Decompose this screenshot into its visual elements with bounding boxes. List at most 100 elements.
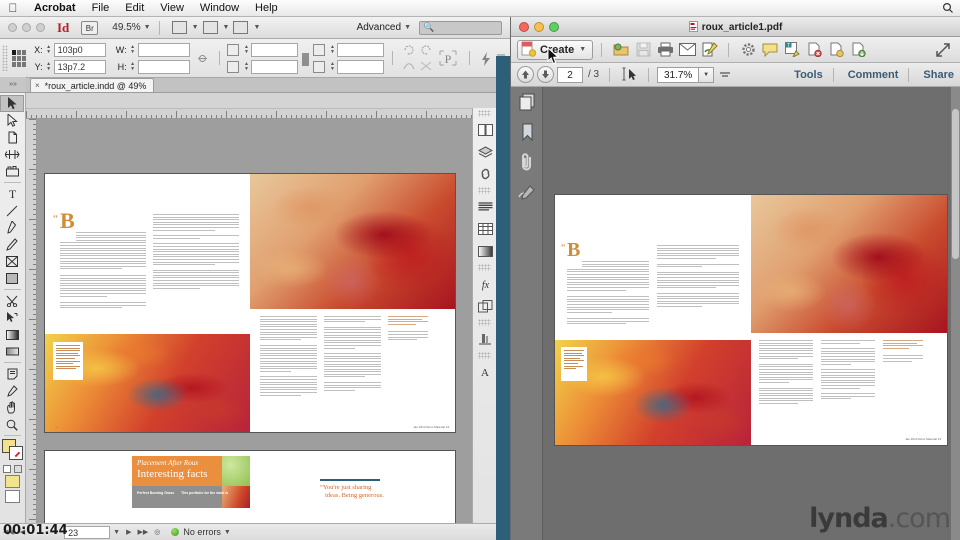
email-icon[interactable] (677, 40, 697, 60)
shear-stepper[interactable]: ▲ ▼ (328, 60, 336, 74)
save-icon[interactable] (633, 40, 653, 60)
w-stepper[interactable]: ▲ ▼ (129, 43, 137, 57)
dock-grip[interactable] (478, 187, 491, 194)
next-page-icon[interactable]: ▶ (126, 528, 131, 536)
text-column-right-3[interactable] (388, 316, 428, 424)
scale-y-input[interactable] (251, 59, 299, 74)
screen-mode-icon[interactable] (171, 21, 187, 34)
apple-logo[interactable]:  (0, 1, 26, 15)
scissors-tool[interactable] (0, 292, 24, 309)
panel-expand-icon[interactable]: »» (0, 77, 26, 92)
formatting-affects-text-icon[interactable] (14, 465, 22, 473)
page-thumbnails-icon[interactable] (511, 87, 543, 117)
view-options-control[interactable]: ▼ (202, 21, 230, 34)
chevron-down-icon[interactable]: ▼ (404, 24, 411, 31)
chevron-down-icon[interactable]: ▼ (192, 24, 199, 31)
acrobat-title-bar[interactable]: roux_article1.pdf (511, 17, 960, 37)
signatures-icon[interactable] (511, 177, 543, 207)
close-icon[interactable]: × (35, 81, 40, 90)
share-button[interactable]: Share (923, 69, 954, 81)
constrain-proportions-icon[interactable] (196, 52, 209, 65)
constrain-scale-icon[interactable] (300, 52, 311, 66)
line-tool[interactable] (0, 202, 24, 219)
fullscreen-icon[interactable] (933, 40, 953, 60)
sign-icon[interactable] (699, 40, 719, 60)
chevron-down-icon[interactable]: ▼ (224, 529, 231, 536)
vertical-ruler[interactable] (26, 119, 37, 533)
eyedropper-tool[interactable] (0, 382, 24, 399)
document-spread[interactable]: “ B — Jan 2012 Roux Material 13 (45, 174, 455, 432)
chevron-down-icon[interactable]: ▼ (253, 24, 260, 31)
bridge-button[interactable]: Br (81, 20, 99, 35)
workspace-switcher[interactable]: Advanced (357, 22, 401, 33)
search-icon[interactable] (942, 2, 954, 14)
y-stepper[interactable]: ▲ ▼ (45, 60, 53, 74)
preflight-icon[interactable]: ◎ (154, 528, 160, 536)
paragraph-styles-panel-icon[interactable] (473, 196, 497, 218)
scale-x-input[interactable] (251, 42, 299, 57)
document-tab[interactable]: × *roux_article.indd @ 49% (30, 78, 155, 92)
dock-grip[interactable] (478, 264, 491, 271)
menu-edit[interactable]: Edit (117, 0, 152, 16)
type-tool[interactable]: T (0, 185, 24, 202)
direct-selection-tool[interactable] (0, 112, 24, 129)
open-file-icon[interactable] (611, 40, 631, 60)
rectangle-tool[interactable] (0, 270, 24, 287)
artwork-top-right[interactable] (250, 174, 455, 309)
page-right[interactable]: Jan 2012 Roux Material 13 (250, 174, 455, 432)
page-number-input[interactable]: 23 (64, 525, 111, 539)
select-tool-icon[interactable] (619, 65, 639, 85)
pages-panel-icon[interactable] (473, 119, 497, 141)
x-stepper[interactable]: ▲ ▼ (45, 43, 53, 57)
close-button[interactable] (8, 23, 17, 32)
w-input[interactable] (137, 42, 190, 57)
fill-stroke-swatches[interactable] (1, 439, 25, 463)
h-stepper[interactable]: ▲ ▼ (129, 60, 137, 74)
window-controls[interactable] (4, 23, 45, 32)
pdf-page-right[interactable]: Jan 2012 Roux Material 13 (751, 195, 947, 445)
dock-grip[interactable] (478, 319, 491, 326)
apply-gradient-swatch[interactable] (5, 490, 20, 503)
next-page-ad-strip[interactable]: Placement After Roux Interesting facts P… (45, 451, 455, 533)
chevron-down-icon[interactable]: ▼ (579, 46, 586, 53)
free-transform-tool[interactable] (0, 309, 24, 326)
swatches-panel-icon[interactable] (473, 240, 497, 262)
note-tool[interactable] (0, 365, 24, 382)
menu-view[interactable]: View (152, 0, 192, 16)
comment-button[interactable]: Comment (848, 69, 899, 81)
zoom-button[interactable] (549, 21, 559, 32)
next-page-button[interactable] (537, 66, 554, 83)
page-left[interactable]: “ B — (45, 174, 250, 432)
text-column-right-1[interactable] (260, 316, 317, 424)
download-icon[interactable] (848, 40, 868, 60)
pdf-text-column-1[interactable] (567, 245, 649, 340)
pdf-page-left[interactable]: “ B (555, 195, 751, 445)
table-panel-icon[interactable] (473, 218, 497, 240)
object-styles-panel-icon[interactable] (473, 295, 497, 317)
close-button[interactable] (519, 21, 529, 32)
rotation-stepper[interactable]: ▲ ▼ (328, 43, 336, 57)
acrobat-viewport[interactable]: “ B Jan 2012 Roux Material 13 (543, 87, 960, 540)
apply-color-swatch[interactable] (5, 475, 20, 488)
print-icon[interactable] (655, 40, 675, 60)
hand-tool[interactable] (0, 399, 24, 416)
page-number-input[interactable]: 2 (557, 66, 583, 83)
acrobat-window-controls[interactable] (511, 21, 559, 32)
minimize-button[interactable] (22, 23, 31, 32)
preview-p-icon[interactable]: P (437, 47, 459, 69)
pdf-text-column-5[interactable] (883, 340, 923, 440)
page-tool[interactable] (0, 129, 24, 146)
bookmarks-icon[interactable] (511, 117, 543, 147)
caption-box-left[interactable] (53, 342, 83, 380)
chevron-down-icon[interactable]: ▼ (144, 24, 151, 31)
gap-tool[interactable] (0, 146, 24, 163)
last-page-icon[interactable]: ▶▶ (138, 528, 149, 536)
rotation-input[interactable] (337, 42, 385, 57)
dock-grip[interactable] (478, 110, 491, 117)
tools-button[interactable]: Tools (794, 69, 823, 81)
menu-window[interactable]: Window (192, 0, 247, 16)
panel-grip[interactable] (2, 45, 9, 71)
zoom-level-label[interactable]: 49.5% (112, 22, 140, 33)
chevron-down-icon[interactable]: ▼ (223, 24, 230, 31)
effects-panel-icon[interactable]: fx (473, 273, 497, 295)
